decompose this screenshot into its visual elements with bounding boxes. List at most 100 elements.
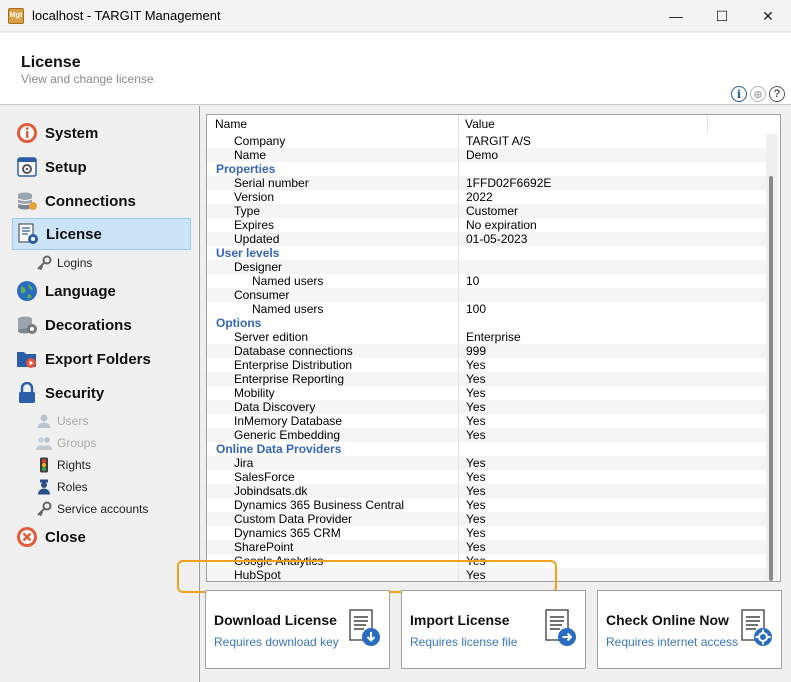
table-row[interactable]: SharePoint Yes [207, 540, 767, 554]
close-window-button[interactable]: ✕ [745, 0, 791, 32]
category-row[interactable]: Online Data Providers [207, 442, 767, 456]
table-row[interactable]: Dynamics 365 CRM Yes [207, 526, 767, 540]
scrollbar-thumb[interactable] [769, 176, 773, 581]
check-online-now-button[interactable]: Check Online Now Requires internet acces… [597, 590, 782, 669]
property-value: Yes [466, 484, 486, 498]
download-license-button[interactable]: Download License Requires download key [205, 590, 390, 669]
property-name: Name [234, 148, 267, 162]
column-divider [458, 526, 459, 540]
category-label: Options [216, 316, 262, 330]
column-divider [458, 316, 459, 330]
table-row[interactable]: Expires No expiration [207, 218, 767, 232]
window-title: localhost - TARGIT Management [32, 8, 221, 23]
column-divider [458, 386, 459, 400]
table-row[interactable]: Enterprise Reporting Yes [207, 372, 767, 386]
sidebar-item-decorations[interactable]: Decorations [12, 309, 191, 341]
license-property-grid[interactable]: Name Value Company TARGIT A/S Name Demo Prop… [206, 114, 781, 582]
table-row[interactable]: Serial number 1FFD02F6692E [207, 176, 767, 190]
header-icons: i ⊕ ? [731, 86, 785, 102]
table-row[interactable]: Named users 100 [207, 302, 767, 316]
column-divider [458, 232, 459, 246]
table-row[interactable]: Database connections 999 [207, 344, 767, 358]
table-row[interactable]: Name Demo [207, 148, 767, 162]
table-row[interactable]: Custom Data Provider Yes [207, 512, 767, 526]
table-row[interactable]: Named users 10 [207, 274, 767, 288]
table-row[interactable]: Designer [207, 260, 767, 274]
column-divider [458, 330, 459, 344]
table-row[interactable]: Version 2022 [207, 190, 767, 204]
sidebar-item-roles[interactable]: Roles [36, 477, 88, 497]
property-name: Enterprise Distribution [234, 358, 353, 372]
minimize-button[interactable]: — [653, 0, 699, 32]
table-row[interactable]: Updated 01-05-2023 [207, 232, 767, 246]
property-name: Mobility [234, 386, 275, 400]
table-row[interactable]: Jira Yes [207, 456, 767, 470]
globe-icon[interactable]: ⊕ [750, 86, 766, 102]
highlight-box [177, 560, 557, 593]
property-name: Generic Embedding [234, 428, 341, 442]
sidebar-item-license[interactable]: License [12, 218, 191, 250]
sidebar-item-export-folders[interactable]: Export Folders [12, 343, 191, 375]
category-row[interactable]: User levels [207, 246, 767, 260]
info-icon[interactable]: i [731, 86, 747, 102]
sidebar-item-label: Groups [57, 436, 97, 450]
sidebar-item-setup[interactable]: Setup [12, 151, 191, 183]
sidebar-item-security[interactable]: Security [12, 377, 191, 409]
sidebar-item-language[interactable]: Language [12, 275, 191, 307]
license-check-online-icon [741, 609, 772, 646]
property-value: 2022 [466, 190, 493, 204]
column-divider [458, 148, 459, 162]
info-icon [16, 122, 38, 144]
vertical-scrollbar[interactable] [766, 134, 778, 581]
table-row[interactable]: Enterprise Distribution Yes [207, 358, 767, 372]
table-row[interactable]: Consumer [207, 288, 767, 302]
sidebar-item-service-accounts[interactable]: Service accounts [36, 499, 148, 519]
maximize-button[interactable]: ☐ [699, 0, 745, 32]
sidebar-item-users[interactable]: Users [36, 411, 88, 431]
page-subtitle: View and change license [21, 72, 154, 86]
table-row[interactable]: Data Discovery Yes [207, 400, 767, 414]
table-row[interactable]: Dynamics 365 Business Central Yes [207, 498, 767, 512]
globe-icon [16, 280, 38, 302]
property-value: Yes [466, 498, 486, 512]
sidebar-item-rights[interactable]: Rights [36, 455, 91, 475]
property-value: 01-05-2023 [466, 232, 528, 246]
sidebar-item-label: Decorations [45, 316, 132, 334]
property-value: 1FFD02F6692E [466, 176, 552, 190]
sidebar-item-connections[interactable]: Connections [12, 185, 191, 217]
column-divider [458, 344, 459, 358]
column-divider [458, 288, 459, 302]
column-header-value[interactable]: Value [465, 117, 495, 131]
category-row[interactable]: Properties [207, 162, 767, 176]
sidebar-item-system[interactable]: System [12, 117, 191, 149]
table-row[interactable]: SalesForce Yes [207, 470, 767, 484]
column-divider [458, 190, 459, 204]
sidebar-item-close[interactable]: Close [12, 521, 191, 553]
sidebar-item-groups[interactable]: Groups [36, 433, 96, 453]
sidebar-item-label: System [45, 124, 99, 142]
column-divider [458, 176, 459, 190]
table-row[interactable]: Jobindsats.dk Yes [207, 484, 767, 498]
table-row[interactable]: Type Customer [207, 204, 767, 218]
table-row[interactable]: Generic Embedding Yes [207, 428, 767, 442]
table-row[interactable]: Server edition Enterprise [207, 330, 767, 344]
table-row[interactable]: InMemory Database Yes [207, 414, 767, 428]
property-value: 100 [466, 302, 487, 316]
sidebar-item-label: Connections [45, 192, 136, 210]
property-value: 10 [466, 274, 480, 288]
import-license-button[interactable]: Import License Requires license file [401, 590, 586, 669]
category-row[interactable]: Options [207, 316, 767, 330]
table-row[interactable]: Company TARGIT A/S [207, 134, 767, 148]
table-row[interactable]: Mobility Yes [207, 386, 767, 400]
column-header-name[interactable]: Name [215, 117, 247, 131]
column-divider [458, 302, 459, 316]
sidebar-item-logins[interactable]: Logins [36, 253, 92, 273]
property-value: Yes [466, 540, 486, 554]
column-divider [458, 204, 459, 218]
card-title: Import License [410, 612, 510, 628]
help-icon[interactable]: ? [769, 86, 785, 102]
column-divider [707, 115, 708, 133]
property-value: Yes [466, 358, 486, 372]
key-icon [36, 255, 52, 271]
column-divider [458, 274, 459, 288]
